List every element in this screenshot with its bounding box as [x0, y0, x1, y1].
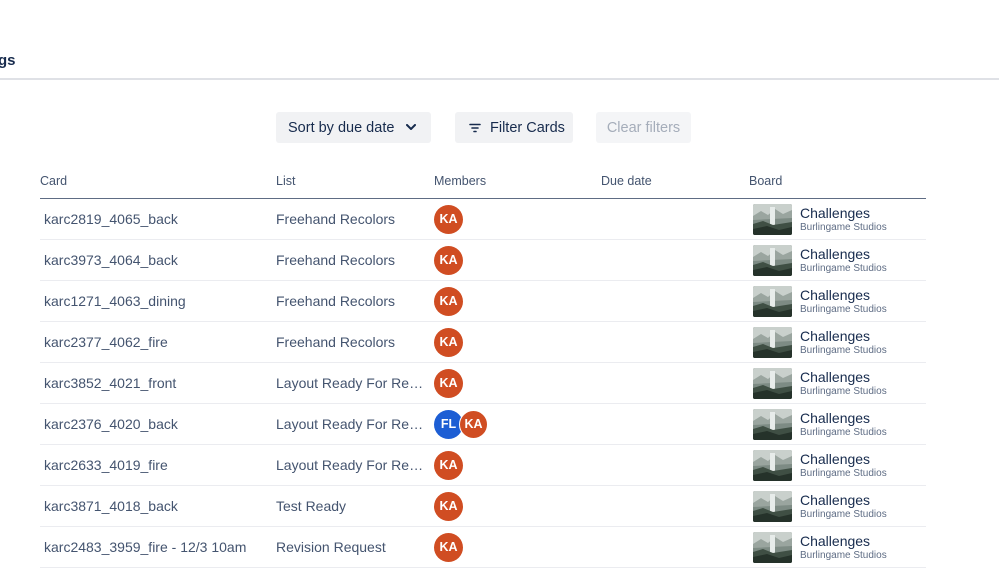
members-cell: KA [434, 363, 463, 403]
clear-filters-label: Clear filters [606, 119, 681, 136]
member-avatar[interactable]: KA [434, 286, 463, 316]
board-name: Challenges [800, 327, 871, 344]
members-cell: FL KA [434, 404, 488, 444]
card-name-link[interactable]: karc2377_4062_fire [44, 322, 264, 362]
column-header-members: Members [434, 174, 487, 188]
workspace-name: Burlingame Studios [800, 508, 887, 520]
list-name: Layout Ready For Revi… [276, 375, 424, 391]
board-name: Challenges [800, 409, 871, 426]
workspace-name: Burlingame Studios [800, 303, 887, 315]
toolbar: Sort by due date Filter Cards Clear filt… [0, 112, 999, 144]
list-name: Freehand Recolors [276, 293, 396, 309]
board-link[interactable]: Challenges Burlingame Studios [753, 322, 887, 362]
table-row[interactable]: karc2633_4019_fire Layout Ready For Revi…… [40, 445, 926, 486]
board-link[interactable]: Challenges Burlingame Studios [753, 363, 887, 403]
members-cell: KA [434, 199, 463, 239]
list-name: Test Ready [276, 498, 347, 514]
board-name: Challenges [800, 204, 871, 221]
table-row[interactable]: karc2819_4065_back Freehand Recolors KA Cha… [40, 199, 926, 240]
board-name: Challenges [800, 491, 871, 508]
list-name: Layout Ready For Revi… [276, 457, 424, 473]
chevron-down-icon [406, 124, 417, 131]
board-thumbnail-icon [753, 408, 792, 440]
member-avatar[interactable]: KA [459, 409, 488, 439]
table-header: Card List Members Due date Board [40, 168, 926, 199]
table-row[interactable]: karc3973_4064_back Freehand Recolors KA Cha… [40, 240, 926, 281]
board-thumbnail-icon [753, 244, 792, 276]
sort-button[interactable]: Sort by due date [276, 112, 431, 143]
member-avatar[interactable]: KA [434, 532, 463, 562]
column-header-list: List [276, 174, 296, 188]
board-link[interactable]: Challenges Burlingame Studios [753, 486, 887, 526]
workspace-name: Burlingame Studios [800, 426, 887, 438]
list-name: Freehand Recolors [276, 211, 396, 227]
board-link[interactable]: Challenges Burlingame Studios [753, 527, 887, 567]
list-name: Layout Ready For Revi… [276, 416, 424, 432]
card-name-link[interactable]: karc3973_4064_back [44, 240, 264, 280]
workspace-name: Burlingame Studios [800, 344, 887, 356]
list-name: Freehand Recolors [276, 334, 396, 350]
board-name: Challenges [800, 368, 871, 385]
board-thumbnail-icon [753, 449, 792, 481]
board-link[interactable]: Challenges Burlingame Studios [753, 199, 887, 239]
board-thumbnail-icon [753, 326, 792, 358]
board-name: Challenges [800, 286, 871, 303]
board-thumbnail-icon [753, 367, 792, 399]
member-avatar[interactable]: KA [434, 368, 463, 398]
members-cell: KA [434, 486, 463, 526]
members-cell: KA [434, 445, 463, 485]
column-header-card: Card [40, 174, 68, 188]
workspace-name: Burlingame Studios [800, 549, 887, 561]
board-thumbnail-icon [753, 490, 792, 522]
card-name-link[interactable]: karc3852_4021_front [44, 363, 264, 403]
table-row[interactable]: karc3871_4018_back Test Ready KA Challenges… [40, 486, 926, 527]
list-name: Revision Request [276, 539, 386, 555]
card-name-link[interactable]: karc1271_4063_dining [44, 281, 264, 321]
board-link[interactable]: Challenges Burlingame Studios [753, 240, 887, 280]
filter-cards-button[interactable]: Filter Cards [455, 112, 573, 143]
board-thumbnail-icon [753, 531, 792, 563]
members-cell: KA [434, 281, 463, 321]
card-name-link[interactable]: karc2819_4065_back [44, 199, 264, 239]
card-name-link[interactable]: karc3871_4018_back [44, 486, 264, 526]
header-title-fragment: gs [0, 52, 16, 69]
list-name: Freehand Recolors [276, 252, 396, 268]
sort-button-label: Sort by due date [288, 119, 395, 136]
members-cell: KA [434, 322, 463, 362]
column-header-due-date: Due date [601, 174, 652, 188]
card-name-link[interactable]: karc2483_3959_fire - 12/3 10am [44, 527, 264, 567]
workspace-name: Burlingame Studios [800, 262, 887, 274]
table-row[interactable]: karc2377_4062_fire Freehand Recolors KA Cha… [40, 322, 926, 363]
table-row[interactable]: karc2483_3959_fire - 12/3 10am Revision R… [40, 527, 926, 568]
member-avatar[interactable]: KA [434, 245, 463, 275]
table-row[interactable]: karc3852_4021_front Layout Ready For Revi… [40, 363, 926, 404]
board-name: Challenges [800, 450, 871, 467]
filter-cards-label: Filter Cards [490, 119, 565, 136]
table-row[interactable]: karc1271_4063_dining Freehand Recolors KA C… [40, 281, 926, 322]
members-cell: KA [434, 527, 463, 567]
board-link[interactable]: Challenges Burlingame Studios [753, 281, 887, 321]
member-avatar[interactable]: KA [434, 450, 463, 480]
board-name: Challenges [800, 245, 871, 262]
clear-filters-button[interactable]: Clear filters [596, 112, 691, 143]
workspace-name: Burlingame Studios [800, 221, 887, 233]
board-name: Challenges [800, 532, 871, 549]
filter-icon [469, 123, 481, 133]
column-header-board: Board [749, 174, 783, 188]
workspace-name: Burlingame Studios [800, 385, 887, 397]
header-divider [0, 78, 999, 80]
board-thumbnail-icon [753, 285, 792, 317]
cards-table: Card List Members Due date Board karc281… [40, 168, 926, 568]
member-avatar[interactable]: KA [434, 204, 463, 234]
card-name-link[interactable]: karc2376_4020_back [44, 404, 264, 444]
member-avatar[interactable]: KA [434, 491, 463, 521]
member-avatar[interactable]: KA [434, 327, 463, 357]
board-thumbnail-icon [753, 203, 792, 235]
card-name-link[interactable]: karc2633_4019_fire [44, 445, 264, 485]
table-row[interactable]: karc2376_4020_back Layout Ready For Revi…… [40, 404, 926, 445]
workspace-name: Burlingame Studios [800, 467, 887, 479]
board-link[interactable]: Challenges Burlingame Studios [753, 404, 887, 444]
board-link[interactable]: Challenges Burlingame Studios [753, 445, 887, 485]
members-cell: KA [434, 240, 463, 280]
